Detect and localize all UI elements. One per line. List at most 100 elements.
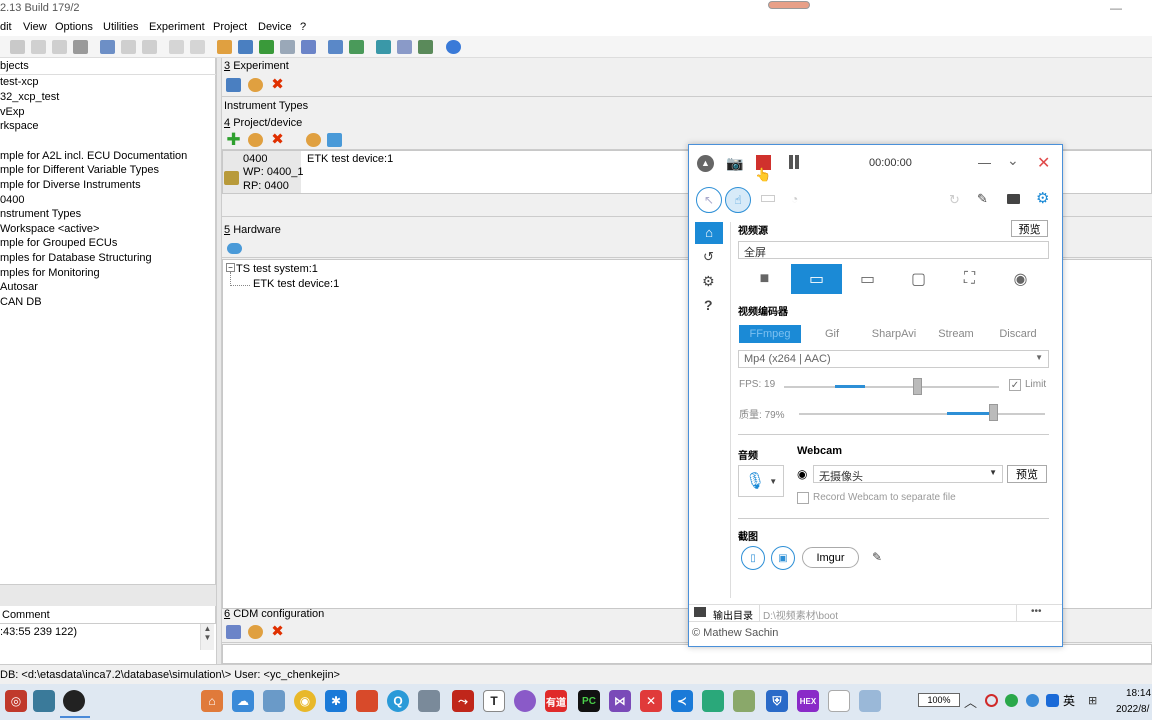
clipboard-icon[interactable]: ▣ [771, 546, 795, 570]
refresh-icon[interactable] [306, 133, 321, 147]
tree-item[interactable]: mples for Monitoring [0, 267, 100, 279]
collapse-icon[interactable]: − [226, 263, 235, 272]
experiment-icon[interactable] [217, 40, 232, 54]
limit-checkbox[interactable]: ✓ [1009, 379, 1021, 391]
app2-icon[interactable] [418, 690, 440, 712]
help-icon[interactable] [446, 40, 461, 54]
gear-icon[interactable]: ⚙ [1036, 189, 1049, 207]
delete-icon[interactable]: ✖ [270, 77, 285, 92]
tree-item[interactable]: mples for Database Structuring [0, 252, 152, 264]
gamepad-icon[interactable]: ◉ [995, 264, 1046, 294]
hardware-icon[interactable] [327, 133, 342, 147]
hardware-icon[interactable] [227, 243, 242, 254]
app3-icon[interactable] [514, 690, 536, 712]
tree-item[interactable]: CAN DB [0, 296, 42, 308]
chevron-up-icon[interactable]: ︿ [964, 692, 977, 711]
down-icon[interactable] [169, 40, 184, 54]
tool-icon[interactable] [100, 40, 115, 54]
encoder-sharpavi[interactable]: SharpAvi [863, 325, 925, 343]
delete-icon[interactable]: ✖ [270, 624, 285, 639]
youdao-icon[interactable]: 有道 [545, 690, 567, 712]
copy-icon[interactable] [31, 40, 46, 54]
clock-time[interactable]: 18:14 [1126, 688, 1151, 699]
tree-item[interactable]: nstrument Types [0, 208, 81, 220]
encoder-stream[interactable]: Stream [925, 325, 987, 343]
microphone-icon[interactable]: 🎙 ▼ [738, 465, 784, 497]
output-folder-icon[interactable] [694, 607, 706, 617]
quality-slider[interactable] [989, 404, 999, 421]
home-icon[interactable]: ⌂ [695, 222, 723, 244]
menu-project[interactable]: Project [213, 21, 247, 33]
webcam-preview-button[interactable]: 预览 [1007, 465, 1047, 483]
folder-icon[interactable] [356, 690, 378, 712]
brush-icon[interactable]: ✎ [977, 191, 988, 207]
instrument-icon[interactable] [226, 78, 241, 92]
collapse-icon[interactable]: ▲ [697, 155, 714, 172]
device-name[interactable]: ETK test device:1 [307, 153, 393, 165]
encoder-gif[interactable]: Gif [801, 325, 863, 343]
tool-icon[interactable] [280, 40, 295, 54]
cut-icon[interactable] [10, 40, 25, 54]
tool-icon[interactable] [259, 40, 274, 54]
close-icon[interactable]: ✕ [1037, 153, 1050, 173]
tree-item[interactable]: mple for A2L incl. ECU Documentation [0, 150, 187, 162]
menu-device[interactable]: Device [258, 21, 292, 33]
menu-experiment[interactable]: Experiment [149, 21, 205, 33]
taskbar-pinned-icon[interactable] [33, 690, 55, 712]
app-icon[interactable]: ✱ [325, 690, 347, 712]
refresh-icon[interactable] [248, 133, 263, 147]
tool-icon[interactable] [142, 40, 157, 54]
screen-source-icon[interactable]: ▭ [791, 264, 842, 294]
vs-icon[interactable]: ⋈ [609, 690, 631, 712]
tree-item[interactable]: test-xcp [0, 76, 39, 88]
menu-utilities[interactable]: Utilities [103, 21, 138, 33]
tree-item[interactable]: rkspace [0, 120, 39, 132]
encoder-discard[interactable]: Discard [987, 325, 1049, 343]
tool-icon[interactable] [349, 40, 364, 54]
tree-item[interactable]: 32_xcp_test [0, 91, 59, 103]
text-icon[interactable]: T [483, 690, 505, 712]
battery-indicator[interactable]: 100% [918, 693, 960, 707]
app5-icon[interactable] [733, 690, 755, 712]
tool-icon[interactable] [397, 40, 412, 54]
ime-lang[interactable]: 英 [1063, 692, 1075, 709]
help-icon[interactable]: ? [704, 297, 713, 313]
sync-icon[interactable]: ↻ [949, 192, 960, 208]
menu-help[interactable]: ? [300, 21, 306, 33]
output-path[interactable]: D:\视频素材\boot [763, 607, 838, 622]
cdm-icon[interactable] [226, 625, 241, 639]
delete-icon[interactable] [73, 40, 88, 54]
tree-item-active[interactable]: Workspace <active> [0, 223, 99, 235]
window-icon[interactable]: ▢ [893, 264, 944, 294]
menu-view[interactable]: View [23, 21, 47, 33]
tree-item[interactable]: vExp [0, 106, 24, 118]
taskbar-pinned-icon[interactable] [63, 690, 85, 712]
preview-button[interactable]: 预览 [1011, 220, 1048, 237]
chrome-icon[interactable]: ◉ [294, 690, 316, 712]
click-icon[interactable]: ☝ [725, 187, 751, 213]
fps-slider[interactable] [913, 378, 923, 395]
tool-icon[interactable] [238, 40, 253, 54]
tray-icon[interactable] [1005, 694, 1018, 707]
tool-icon[interactable] [121, 40, 136, 54]
file-icon[interactable]: ▯ [741, 546, 765, 570]
pycharm-icon[interactable]: PC [578, 690, 600, 712]
folder-icon[interactable] [1007, 194, 1020, 204]
hex-icon[interactable]: HEX [797, 690, 819, 712]
menu-edit[interactable]: dit [0, 21, 12, 33]
tray-record-icon[interactable] [985, 694, 998, 707]
menu-options[interactable]: Options [55, 21, 93, 33]
codec-select[interactable]: Mp4 (x264 | AAC) ▼ [738, 350, 1049, 368]
search-icon[interactable] [859, 690, 881, 712]
home-icon[interactable]: ⌂ [201, 690, 223, 712]
webcam-select[interactable]: 无摄像头 ▼ [813, 465, 1003, 483]
minimize-button[interactable]: — [1110, 1, 1122, 15]
shield-icon[interactable]: ⛨ [766, 690, 788, 712]
pencil-icon[interactable]: ✎ [872, 550, 882, 564]
refresh-icon[interactable] [248, 625, 263, 639]
vscode-icon[interactable]: ≺ [671, 690, 693, 712]
file-icon[interactable] [828, 690, 850, 712]
app4-icon[interactable] [702, 690, 724, 712]
add-icon[interactable]: ✚ [226, 131, 241, 148]
keyboard-icon[interactable] [761, 195, 775, 202]
